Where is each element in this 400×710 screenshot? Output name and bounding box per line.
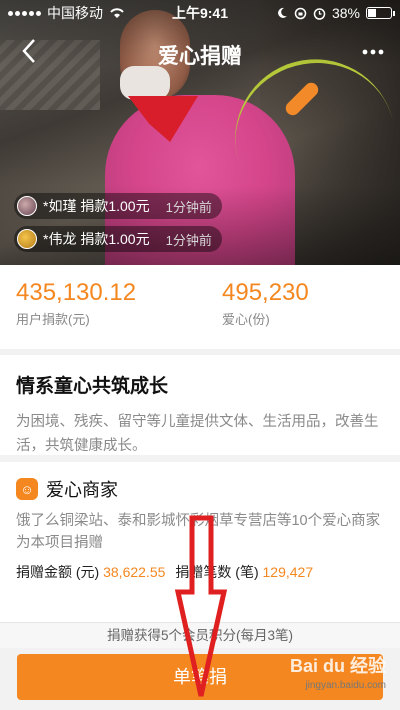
stat-love-shares: 495,230 爱心(份) [222, 279, 309, 328]
status-bar: 中国移动 上午9:41 38% [0, 0, 400, 26]
battery-level [368, 9, 377, 17]
merchant-amount-label: 捐赠金额 (元) [16, 564, 100, 580]
ticker-time: 1分钟前 [165, 232, 212, 248]
carrier-name: 中国移动 [47, 5, 103, 21]
merchant-icon: ☺ [16, 478, 38, 500]
merchant-count-label: 捐赠笔数 (笔) [175, 564, 259, 580]
project-description: 为困境、残疾、留守等儿童提供文体、生活用品，改善生活，共筑健康成长。 [16, 414, 379, 454]
project-intro[interactable]: 情系童心共筑成长 为困境、残疾、留守等儿童提供文体、生活用品，改善生活，共筑健康… [0, 355, 400, 455]
avatar [17, 229, 37, 249]
avatar [17, 196, 37, 216]
watermark-url: jingyan.baidu.com [305, 680, 386, 691]
more-dots-icon [362, 49, 384, 55]
page-title: 爱心捐赠 [158, 45, 242, 68]
wifi-icon [110, 8, 124, 18]
project-title: 情系童心共筑成长 [16, 376, 169, 397]
merchant-card[interactable]: ☺ 爱心商家 饿了么铜梁站、泰和影城怀彩烟草专营店等10个爱心商家为本项目捐赠 … [0, 462, 400, 622]
ticker-text: *伟龙 捐款1.00元 [43, 231, 150, 247]
donation-ticker: *如瑾 捐款1.00元 1分钟前 [14, 193, 222, 219]
ticker-time: 1分钟前 [165, 199, 212, 215]
ticker-text: *如瑾 捐款1.00元 [43, 198, 150, 214]
donation-ticker: *伟龙 捐款1.00元 1分钟前 [14, 226, 222, 252]
chevron-left-icon [22, 39, 35, 63]
stat-value: 435,130.12 [16, 279, 137, 306]
stat-label: 用户捐款(元) [16, 312, 90, 327]
baidu-jingyan-watermark: Bai du 经验 jingyan.baidu.com [290, 652, 386, 691]
nav-bar: 爱心捐赠 [0, 30, 400, 76]
donation-stats: 435,130.12 用户捐款(元) 495,230 爱心(份) [0, 265, 400, 349]
stat-user-donations: 435,130.12 用户捐款(元) [16, 279, 136, 328]
more-button[interactable] [362, 34, 384, 62]
alarm-icon [313, 7, 326, 20]
battery-icon [366, 7, 395, 19]
stat-label: 爱心(份) [222, 312, 270, 327]
merchant-amount-value: 38,622.55 [103, 564, 166, 580]
rotation-lock-icon [294, 7, 307, 19]
points-note: 捐赠获得5个会员积分(每月3笔) [0, 622, 400, 648]
back-button[interactable] [14, 36, 44, 70]
merchant-count-value: 129,427 [262, 564, 314, 580]
moon-icon [278, 7, 287, 18]
stat-value: 495,230 [222, 279, 309, 306]
signal-icon [8, 10, 41, 16]
battery-percent: 38% [331, 5, 360, 21]
merchant-description: 饿了么铜梁站、泰和影城怀彩烟草专营店等10个爱心商家为本项目捐赠 [16, 513, 381, 551]
merchant-title: 爱心商家 [46, 480, 118, 500]
watermark-brand: Bai du 经验 [289, 656, 386, 676]
